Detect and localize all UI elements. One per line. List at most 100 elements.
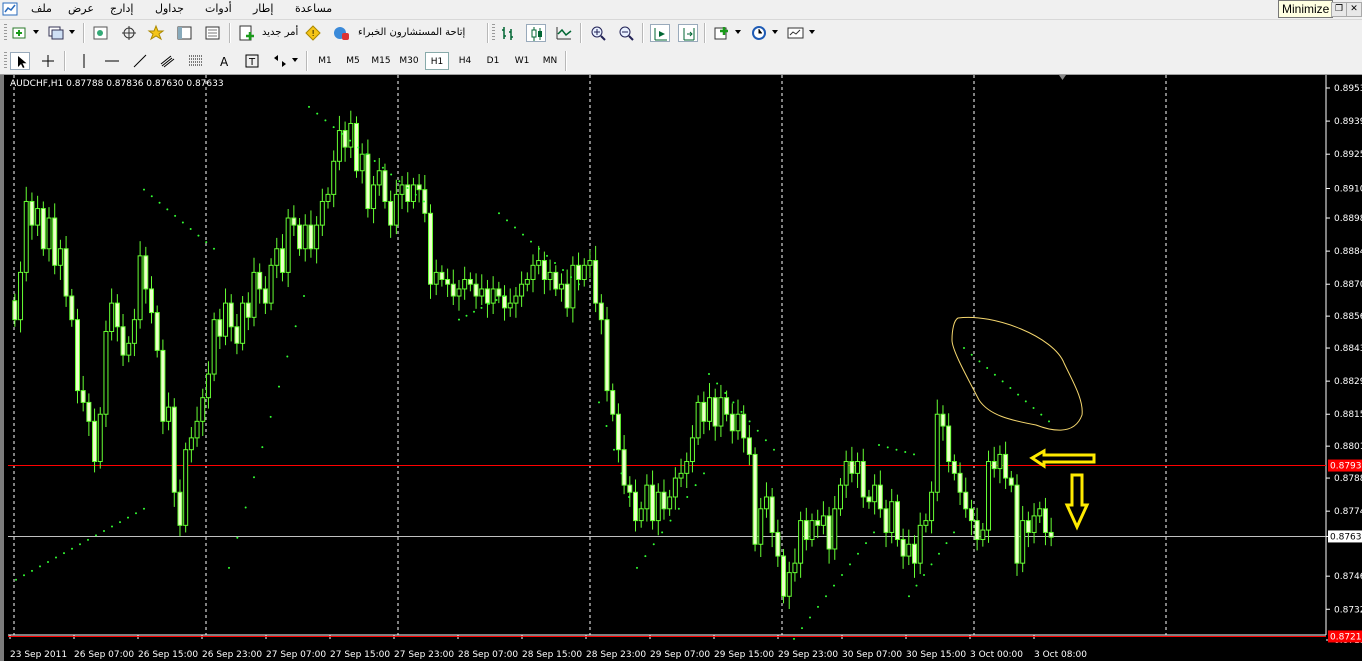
menu-insert[interactable]: إدارج (110, 2, 133, 15)
periods-clock-icon[interactable] (749, 24, 769, 42)
candle-body (724, 397, 730, 415)
arrows-icon[interactable] (270, 52, 290, 70)
time-tick-label: 3 Oct 08:00 (1034, 650, 1087, 660)
parabolic-sar-dot (31, 569, 33, 572)
market-watch-icon[interactable] (91, 24, 111, 42)
parabolic-sar-dot (349, 139, 352, 142)
candle-body (946, 425, 952, 463)
chevron-down-icon[interactable] (735, 30, 741, 34)
parabolic-sar-dot (1040, 413, 1043, 416)
timeframe-mn[interactable]: MN (537, 52, 563, 70)
fibonacci-icon[interactable] (186, 52, 206, 70)
timeframe-m1[interactable]: M1 (313, 52, 337, 70)
timeframe-h4[interactable]: H4 (453, 52, 477, 70)
candle-body (69, 295, 75, 321)
cursor-icon[interactable] (10, 52, 30, 70)
candle-body (889, 501, 895, 533)
profiles-icon[interactable] (46, 24, 66, 42)
parabolic-sar-dot (23, 574, 25, 577)
chevron-down-icon[interactable] (772, 30, 778, 34)
terminal-icon[interactable] (175, 24, 195, 42)
candle-body (262, 288, 268, 304)
metaeditor-icon[interactable]: ! (303, 24, 323, 42)
text-label-icon[interactable]: T (242, 52, 262, 70)
autoscroll-icon[interactable] (650, 24, 670, 42)
templates-icon[interactable] (786, 24, 806, 42)
candle-body (644, 484, 650, 510)
price-tick-label: 0.89390 (1334, 117, 1362, 127)
new-chart-icon[interactable] (10, 24, 30, 42)
menu-window[interactable]: إطار (253, 2, 273, 15)
candle-body (502, 295, 508, 309)
toolbar-grip[interactable] (4, 24, 7, 42)
timeframe-d1[interactable]: D1 (481, 52, 505, 70)
parabolic-sar-dot (205, 241, 208, 244)
equidistant-channel-icon[interactable] (158, 52, 178, 70)
menu-help[interactable]: مساعدة (295, 2, 332, 15)
zoom-out-icon[interactable] (616, 24, 636, 42)
parabolic-sar-dot (228, 566, 230, 569)
restore-icon[interactable]: ❐ (1331, 2, 1347, 17)
timeframe-m30[interactable]: M30 (396, 52, 422, 70)
price-chart-window[interactable]: 0.89530 0.89390 0.89250 0.89105 0.88980 0.888… (0, 75, 1362, 661)
candle-body (837, 484, 843, 510)
close-icon[interactable]: ✕ (1346, 2, 1362, 17)
price-chart[interactable]: 0.89530 0.89390 0.89250 0.89105 0.88980 0.888… (4, 75, 1362, 661)
parabolic-sar-dot (801, 627, 803, 630)
app-icon[interactable] (2, 1, 18, 17)
parabolic-sar-dot (324, 119, 327, 122)
chevron-down-icon[interactable] (292, 58, 298, 62)
menu-file[interactable]: ملف (31, 2, 52, 15)
zoom-in-icon[interactable] (588, 24, 608, 42)
data-window-icon[interactable] (119, 24, 139, 42)
candle-body (279, 248, 285, 273)
parabolic-sar-dot (514, 226, 516, 229)
bar-chart-icon[interactable] (498, 24, 518, 42)
crosshair-icon[interactable] (38, 52, 58, 70)
chevron-down-icon[interactable] (69, 30, 75, 34)
toolbar-separator (64, 51, 66, 71)
new-order-icon[interactable] (237, 24, 257, 42)
candle-body (416, 184, 422, 191)
candle-body (746, 437, 752, 455)
strategy-tester-icon[interactable] (203, 24, 223, 42)
text-icon[interactable]: A (214, 52, 234, 70)
parabolic-sar-dot (71, 547, 73, 550)
menu-charts[interactable]: جداول (155, 2, 184, 15)
timeframe-w1[interactable]: W1 (509, 52, 535, 70)
toolbar-grip[interactable] (4, 52, 7, 70)
menu-view[interactable]: عرض (68, 2, 94, 15)
new-order-button[interactable]: أمر جديد (262, 27, 298, 38)
parabolic-sar-dot (316, 112, 319, 115)
line-chart-icon[interactable] (554, 24, 574, 42)
candle-body (160, 349, 166, 422)
horizontal-line-icon[interactable] (102, 52, 122, 70)
vertical-line-icon[interactable] (74, 52, 94, 70)
price-tick-label: 0.89530 (1334, 84, 1362, 94)
menu-tools[interactable]: أدوات (205, 2, 232, 15)
navigator-icon[interactable] (146, 24, 166, 42)
candle-body (564, 283, 570, 309)
timeframe-m15[interactable]: M15 (368, 52, 394, 70)
expert-advisors-icon[interactable] (331, 24, 351, 42)
candle-body (832, 508, 838, 550)
timeframe-m5[interactable]: M5 (341, 52, 365, 70)
toolbar-grip[interactable] (492, 24, 495, 42)
expert-advisors-button[interactable]: إتاحة المستشارون الخبراء (358, 27, 465, 38)
chart-shift-icon[interactable] (678, 24, 698, 42)
chevron-down-icon[interactable] (33, 30, 39, 34)
chevron-down-icon[interactable] (809, 30, 815, 34)
candle-body (940, 413, 946, 427)
candle-body (74, 319, 80, 392)
timeframe-h1[interactable]: H1 (425, 52, 449, 70)
candle-body (1025, 520, 1031, 533)
candle-body (194, 420, 200, 439)
candlestick-icon[interactable] (526, 24, 546, 42)
candle-body (923, 520, 929, 526)
candle-body (877, 484, 883, 510)
parabolic-sar-dot (150, 195, 153, 198)
standard-toolbar: أمر جديد ! إتاحة المستشارون الخبراء (0, 20, 1362, 47)
trendline-icon[interactable] (130, 52, 150, 70)
parabolic-sar-dot (865, 542, 867, 545)
indicators-icon[interactable] (712, 24, 732, 42)
